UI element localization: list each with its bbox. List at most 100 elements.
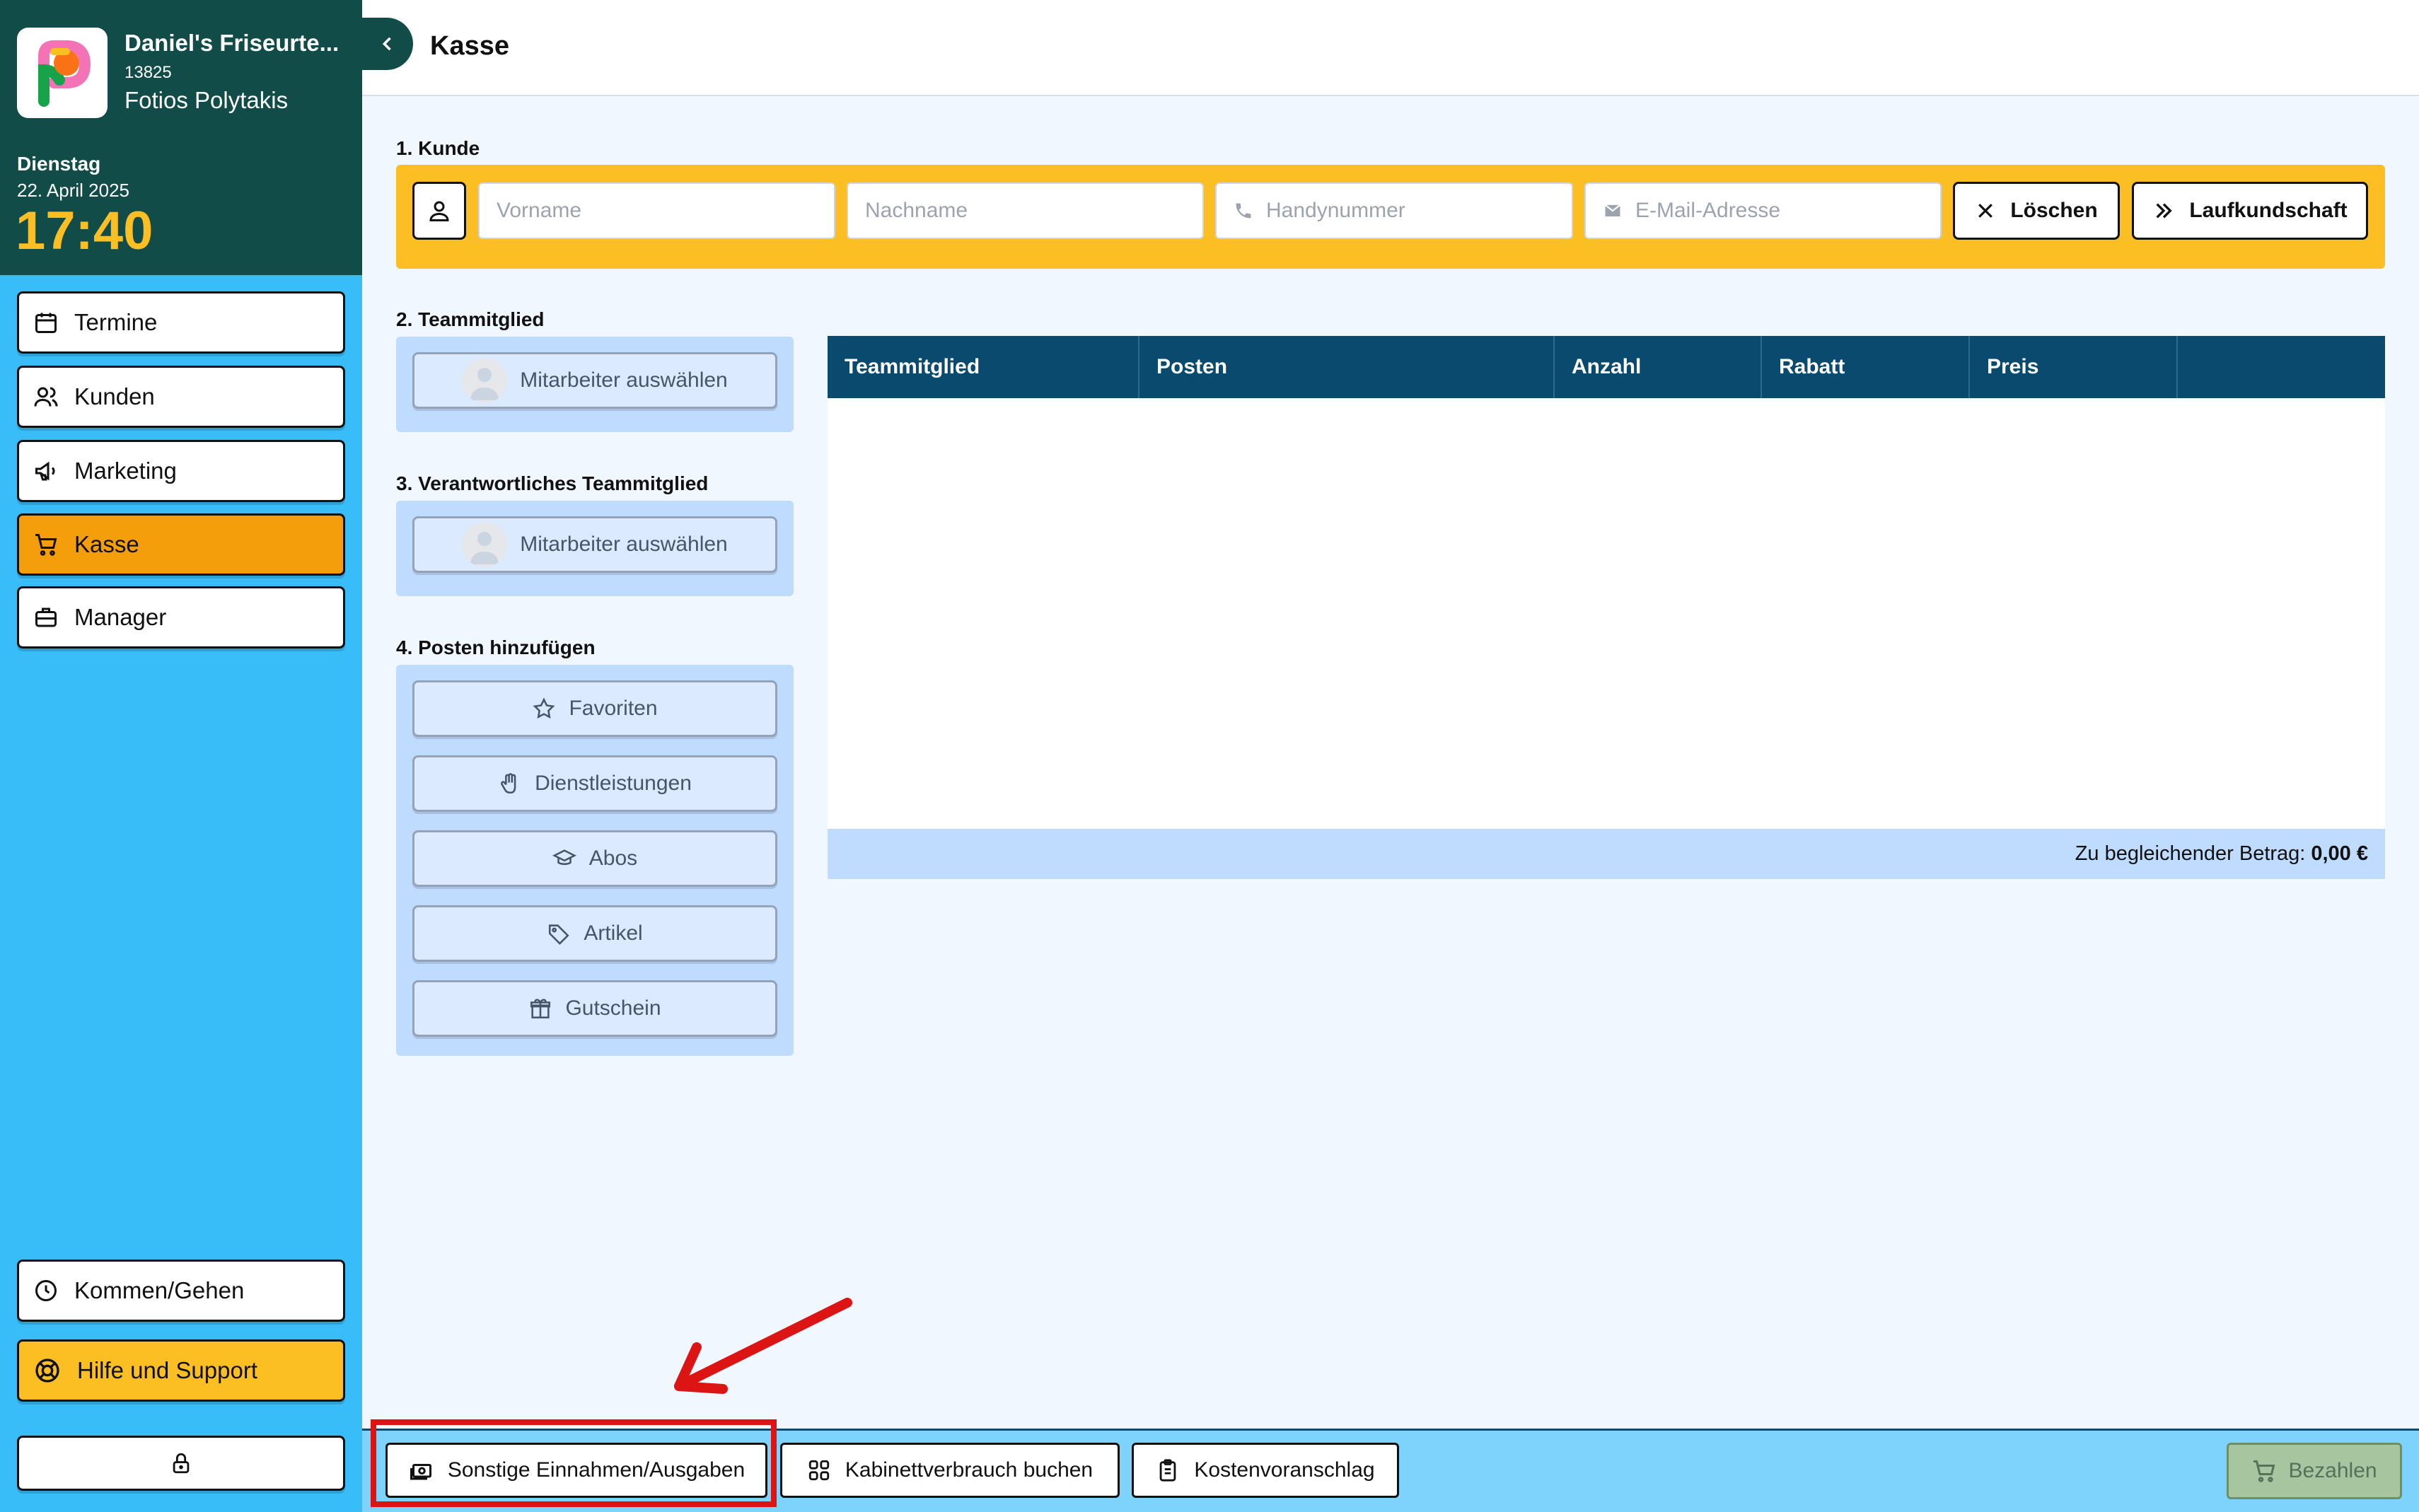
sidebar-header: Daniel's Friseurte... 13825 Fotios Polyt… <box>0 0 362 275</box>
nav-kunden[interactable]: Kunden <box>17 366 345 428</box>
articles-button[interactable]: Artikel <box>412 905 777 962</box>
firstname-placeholder: Vorname <box>497 199 582 222</box>
weekday: Dienstag <box>17 153 101 175</box>
voucher-button[interactable]: Gutschein <box>412 980 777 1037</box>
graduation-cap-icon <box>552 847 576 871</box>
mail-icon <box>1603 201 1623 221</box>
cart-icon <box>33 532 59 557</box>
select-team-label: Mitarbeiter auswählen <box>520 368 728 392</box>
pay-label: Bezahlen <box>2288 1459 2377 1482</box>
select-responsible-label: Mitarbeiter auswählen <box>520 533 728 556</box>
lastname-placeholder: Nachname <box>865 199 968 222</box>
estimate-label: Kostenvoranschlag <box>1194 1458 1375 1482</box>
column-header: Posten <box>1139 336 1555 398</box>
salon-id: 13825 <box>124 63 172 82</box>
email-input[interactable]: E-Mail-Adresse <box>1584 182 1942 239</box>
select-responsible-member-button[interactable]: Mitarbeiter auswählen <box>412 516 777 573</box>
nav-label: Kasse <box>74 531 139 557</box>
current-time: 17:40 <box>16 201 153 261</box>
avatar-placeholder-icon <box>462 522 508 567</box>
section-title-team: 2. Teammitglied <box>396 308 545 330</box>
briefcase-icon <box>33 605 59 630</box>
articles-label: Artikel <box>584 921 643 945</box>
user-name: Fotios Polytakis <box>124 87 289 113</box>
total-label: Zu begleichender Betrag: <box>2075 842 2306 865</box>
walkin-label: Laufkundschaft <box>2189 199 2348 222</box>
collapse-sidebar-button[interactable] <box>362 18 413 70</box>
grid-icon <box>807 1458 831 1482</box>
support-button[interactable]: Hilfe und Support <box>17 1339 345 1402</box>
clear-customer-button[interactable]: Löschen <box>1953 182 2120 240</box>
firstname-input[interactable]: Vorname <box>478 182 835 239</box>
cabinet-consumption-button[interactable]: Kabinettverbrauch buchen <box>780 1443 1120 1498</box>
phone-icon <box>1234 201 1253 221</box>
users-icon <box>33 384 59 409</box>
user-icon <box>427 198 452 223</box>
star-icon <box>532 697 556 721</box>
subscriptions-button[interactable]: Abos <box>412 830 777 887</box>
phone-placeholder: Handynummer <box>1266 199 1405 222</box>
pay-button[interactable]: Bezahlen <box>2227 1443 2402 1499</box>
customer-search-button[interactable] <box>412 182 466 240</box>
lock-icon <box>169 1451 193 1475</box>
favorites-button[interactable]: Favoriten <box>412 680 777 737</box>
nav-label: Marketing <box>74 458 177 484</box>
support-label: Hilfe und Support <box>77 1357 257 1383</box>
checkin-button[interactable]: Kommen/Gehen <box>17 1260 345 1322</box>
salon-name: Daniel's Friseurte... <box>124 30 340 56</box>
lock-button[interactable] <box>17 1436 345 1491</box>
nav-kasse[interactable]: Kasse <box>17 513 345 576</box>
estimate-button[interactable]: Kostenvoranschlag <box>1132 1443 1399 1498</box>
highlight-annotation <box>371 1419 777 1507</box>
table-footer: Zu begleichender Betrag: 0,00 € <box>828 829 2385 879</box>
column-header: Teammitglied <box>828 336 1139 398</box>
phone-input[interactable]: Handynummer <box>1215 182 1573 239</box>
calendar-icon <box>33 310 59 335</box>
nav-label: Termine <box>74 309 158 335</box>
current-date: 22. April 2025 <box>17 180 130 201</box>
hand-icon <box>498 772 522 796</box>
chevron-left-icon <box>378 34 398 54</box>
nav-manager[interactable]: Manager <box>17 586 345 649</box>
email-placeholder: E-Mail-Adresse <box>1635 199 1781 222</box>
cart-table: Teammitglied Posten Anzahl Rabatt Preis … <box>828 336 2385 879</box>
avatar-placeholder-icon <box>462 358 508 403</box>
favorites-label: Favoriten <box>569 697 658 720</box>
checkin-label: Kommen/Gehen <box>74 1277 245 1303</box>
lastname-input[interactable]: Nachname <box>847 182 1204 239</box>
voucher-label: Gutschein <box>565 996 661 1020</box>
arrow-annotation <box>674 1298 852 1394</box>
cart-icon <box>2251 1458 2277 1484</box>
megaphone-icon <box>33 458 59 484</box>
walkin-customer-button[interactable]: Laufkundschaft <box>2132 182 2368 240</box>
section-title-responsible: 3. Verantwortliches Teammitglied <box>396 472 709 494</box>
app-logo <box>17 28 108 118</box>
close-icon <box>1975 200 1996 221</box>
nav-label: Kunden <box>74 383 155 409</box>
page-title: Kasse <box>430 31 509 61</box>
services-label: Dienstleistungen <box>535 772 692 795</box>
section-title-posten: 4. Posten hinzufügen <box>396 636 596 658</box>
tag-icon <box>547 921 571 946</box>
table-header: Teammitglied Posten Anzahl Rabatt Preis <box>828 336 2385 398</box>
column-header: Rabatt <box>1762 336 1970 398</box>
topbar <box>362 0 2419 96</box>
column-header: Preis <box>1970 336 2178 398</box>
column-header <box>2178 336 2385 398</box>
clipboard-icon <box>1156 1458 1180 1482</box>
double-chevron-right-icon <box>2152 199 2175 222</box>
sidebar: Daniel's Friseurte... 13825 Fotios Polyt… <box>0 0 362 1512</box>
column-header: Anzahl <box>1555 336 1762 398</box>
section-title-kunde: 1. Kunde <box>396 137 480 159</box>
select-team-member-button[interactable]: Mitarbeiter auswählen <box>412 352 777 409</box>
total-value: 0,00 € <box>2311 842 2368 865</box>
clear-label: Löschen <box>2010 199 2098 222</box>
subscriptions-label: Abos <box>588 847 638 870</box>
nav-marketing[interactable]: Marketing <box>17 440 345 502</box>
services-button[interactable]: Dienstleistungen <box>412 755 777 812</box>
nav-termine[interactable]: Termine <box>17 291 345 354</box>
clock-icon <box>33 1278 59 1303</box>
nav-label: Manager <box>74 604 167 630</box>
lifebuoy-icon <box>33 1356 62 1385</box>
gift-icon <box>528 996 552 1020</box>
